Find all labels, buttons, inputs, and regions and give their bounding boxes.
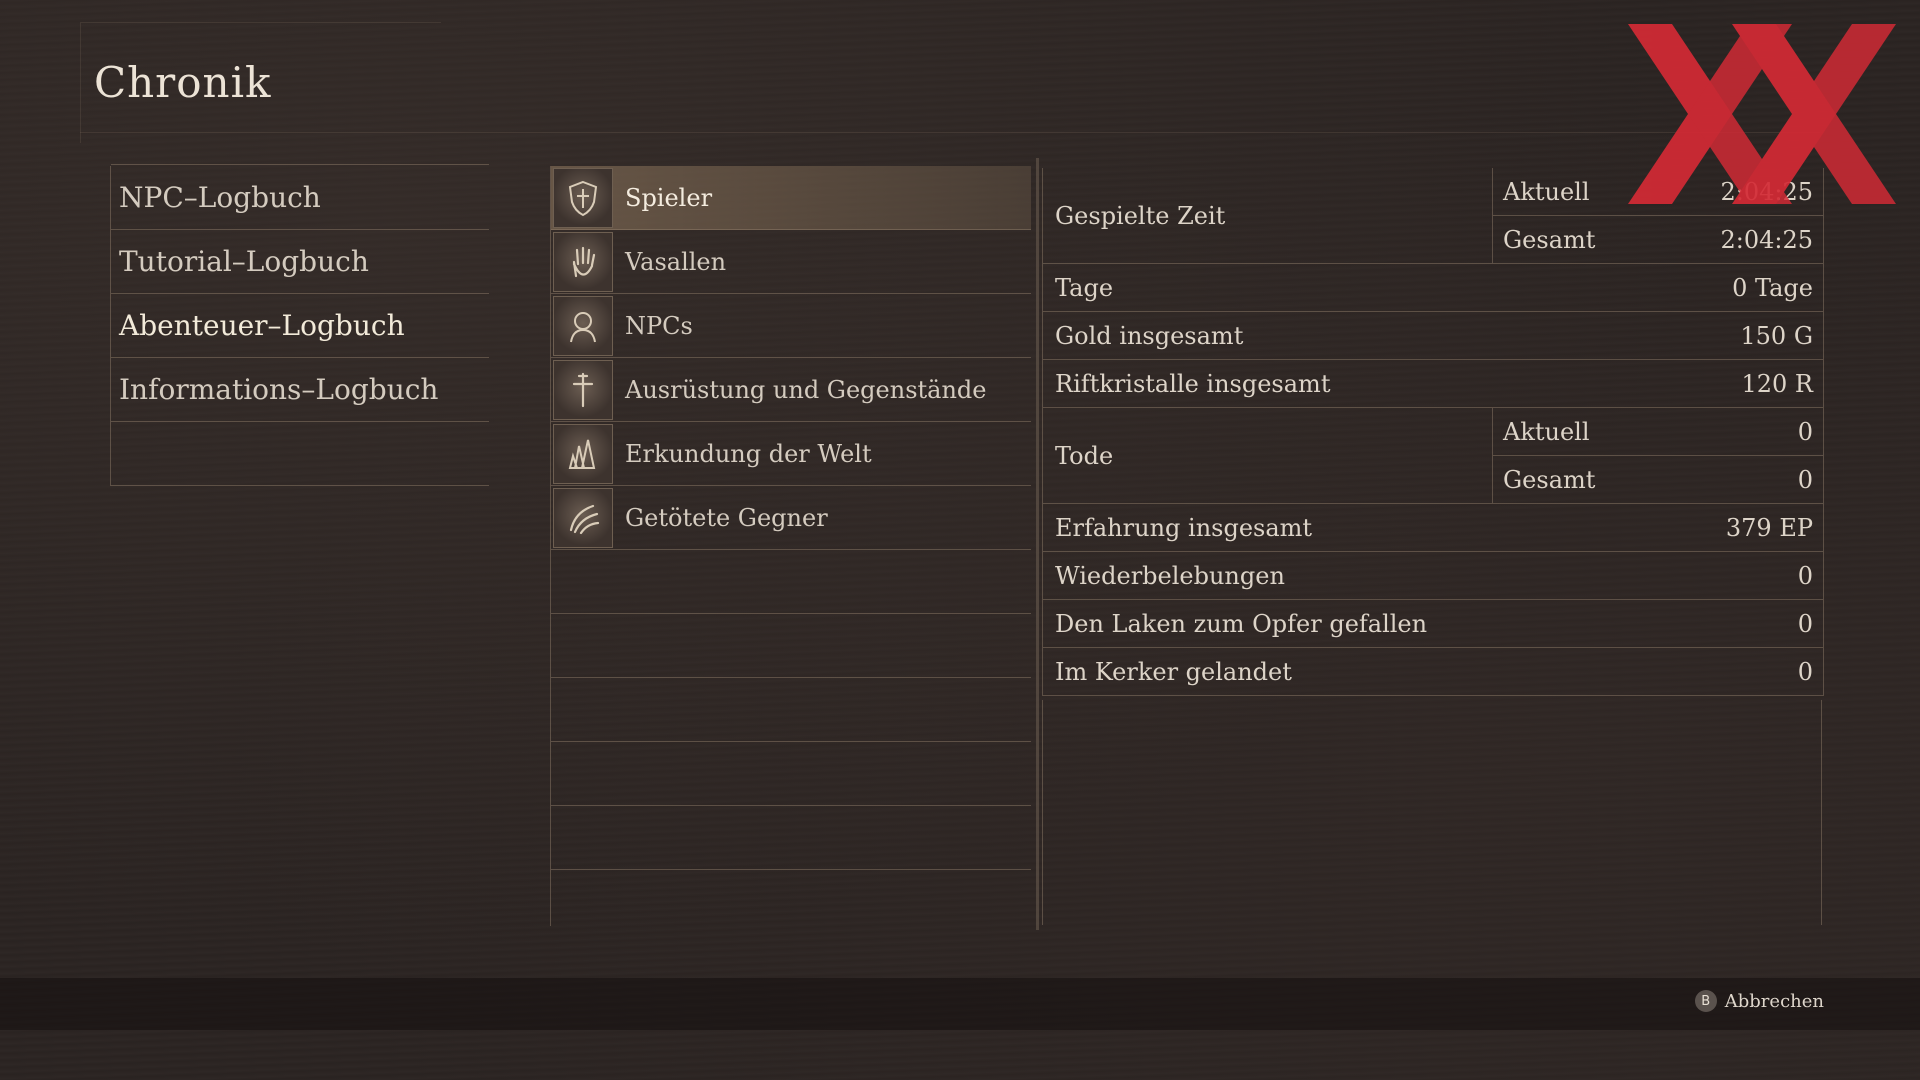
- category-empty-slot: [551, 678, 1031, 742]
- stat-value: 150 G: [1740, 321, 1813, 350]
- category-empty-slot: [551, 550, 1031, 614]
- stat-revives: Wiederbelebungen 0: [1043, 552, 1823, 600]
- category-label: NPCs: [625, 311, 693, 340]
- stat-label: Den Laken zum Opfer gefallen: [1055, 609, 1428, 638]
- stat-value: 0 Tage: [1732, 273, 1813, 302]
- stat-label: Erfahrung insgesamt: [1055, 513, 1313, 542]
- stat-label: Riftkristalle insgesamt: [1055, 369, 1331, 398]
- category-label: Getötete Gegner: [625, 503, 828, 532]
- stat-value: 0: [1797, 561, 1813, 590]
- shield-emblem-icon: [553, 167, 613, 228]
- beast-claw-icon: [553, 487, 613, 548]
- category-pawns[interactable]: Vasallen: [551, 230, 1031, 294]
- category-npcs[interactable]: NPCs: [551, 294, 1031, 358]
- stat-sub-row: Gesamt 2:04:25: [1493, 215, 1823, 263]
- category-label: Erkundung der Welt: [625, 439, 872, 468]
- stat-label: Im Kerker gelandet: [1055, 657, 1292, 686]
- category-player[interactable]: Spieler: [551, 166, 1031, 230]
- stat-label: Gold insgesamt: [1055, 321, 1244, 350]
- menu-item-npc-logbook[interactable]: NPC–Logbuch: [111, 166, 489, 230]
- stat-value: 0: [1797, 657, 1813, 686]
- category-list: Spieler Vasallen NPCs Ausrüstung und Geg…: [550, 166, 1031, 926]
- stat-value: 379 EP: [1725, 513, 1813, 542]
- category-equipment[interactable]: Ausrüstung und Gegenstände: [551, 358, 1031, 422]
- stat-rift-crystals: Riftkristalle insgesamt 120 R: [1043, 360, 1823, 408]
- stat-sub-label: Gesamt: [1503, 225, 1596, 254]
- category-exploration[interactable]: Erkundung der Welt: [551, 422, 1031, 486]
- xx-watermark-logo: [1628, 24, 1896, 204]
- stat-label: Tage: [1055, 273, 1114, 302]
- title-divider: [80, 132, 1820, 133]
- logbook-menu: NPC–Logbuch Tutorial–Logbuch Abenteuer–L…: [110, 164, 489, 486]
- open-hand-icon: [553, 231, 613, 292]
- footer-bar: [0, 978, 1920, 1030]
- category-defeated-enemies[interactable]: Getötete Gegner: [551, 486, 1031, 550]
- stat-sub-row: Gesamt 0: [1493, 455, 1823, 503]
- crystal-cluster-icon: [553, 423, 613, 484]
- category-label: Ausrüstung und Gegenstände: [625, 375, 987, 404]
- stat-deaths: Tode Aktuell 0 Gesamt 0: [1043, 408, 1823, 504]
- stat-value: 2:04:25: [1720, 225, 1813, 254]
- menu-empty-slot: [111, 422, 489, 486]
- stat-value: 0: [1797, 417, 1813, 446]
- stat-sheets-victims: Den Laken zum Opfer gefallen 0: [1043, 600, 1823, 648]
- stat-label: Gespielte Zeit: [1043, 168, 1493, 263]
- category-empty-slot: [551, 614, 1031, 678]
- stat-experience: Erfahrung insgesamt 379 EP: [1043, 504, 1823, 552]
- stats-panel: Gespielte Zeit Aktuell 2:04:25 Gesamt 2:…: [1042, 168, 1824, 696]
- page-title: Chronik: [94, 58, 272, 107]
- cancel-button[interactable]: B Abbrechen: [1694, 990, 1824, 1012]
- stat-days: Tage 0 Tage: [1043, 264, 1823, 312]
- cancel-label: Abbrechen: [1724, 990, 1824, 1012]
- menu-item-tutorial-logbook[interactable]: Tutorial–Logbuch: [111, 230, 489, 294]
- category-empty-slot: [551, 806, 1031, 870]
- stat-dungeon: Im Kerker gelandet 0: [1043, 648, 1823, 696]
- category-label: Spieler: [625, 183, 713, 212]
- stat-sub-row: Aktuell 0: [1493, 408, 1823, 455]
- stat-value: 0: [1797, 609, 1813, 638]
- category-label: Vasallen: [625, 247, 727, 276]
- portrait-icon: [553, 295, 613, 356]
- category-empty-slot: [551, 742, 1031, 806]
- stat-sub-label: Gesamt: [1503, 465, 1596, 494]
- stat-label: Tode: [1043, 408, 1493, 503]
- stat-label: Wiederbelebungen: [1055, 561, 1285, 590]
- panel-divider: [1036, 158, 1039, 930]
- menu-item-adventure-logbook[interactable]: Abenteuer–Logbuch: [111, 294, 489, 358]
- stats-panel-frame: [1042, 700, 1822, 925]
- stat-value: 0: [1797, 465, 1813, 494]
- b-button-icon: B: [1694, 990, 1717, 1012]
- stat-gold: Gold insgesamt 150 G: [1043, 312, 1823, 360]
- stat-sub-label: Aktuell: [1503, 417, 1590, 446]
- sword-cross-icon: [553, 359, 613, 420]
- menu-item-information-logbook[interactable]: Informations–Logbuch: [111, 358, 489, 422]
- menu-top-divider: [111, 164, 489, 165]
- stat-value: 120 R: [1741, 369, 1813, 398]
